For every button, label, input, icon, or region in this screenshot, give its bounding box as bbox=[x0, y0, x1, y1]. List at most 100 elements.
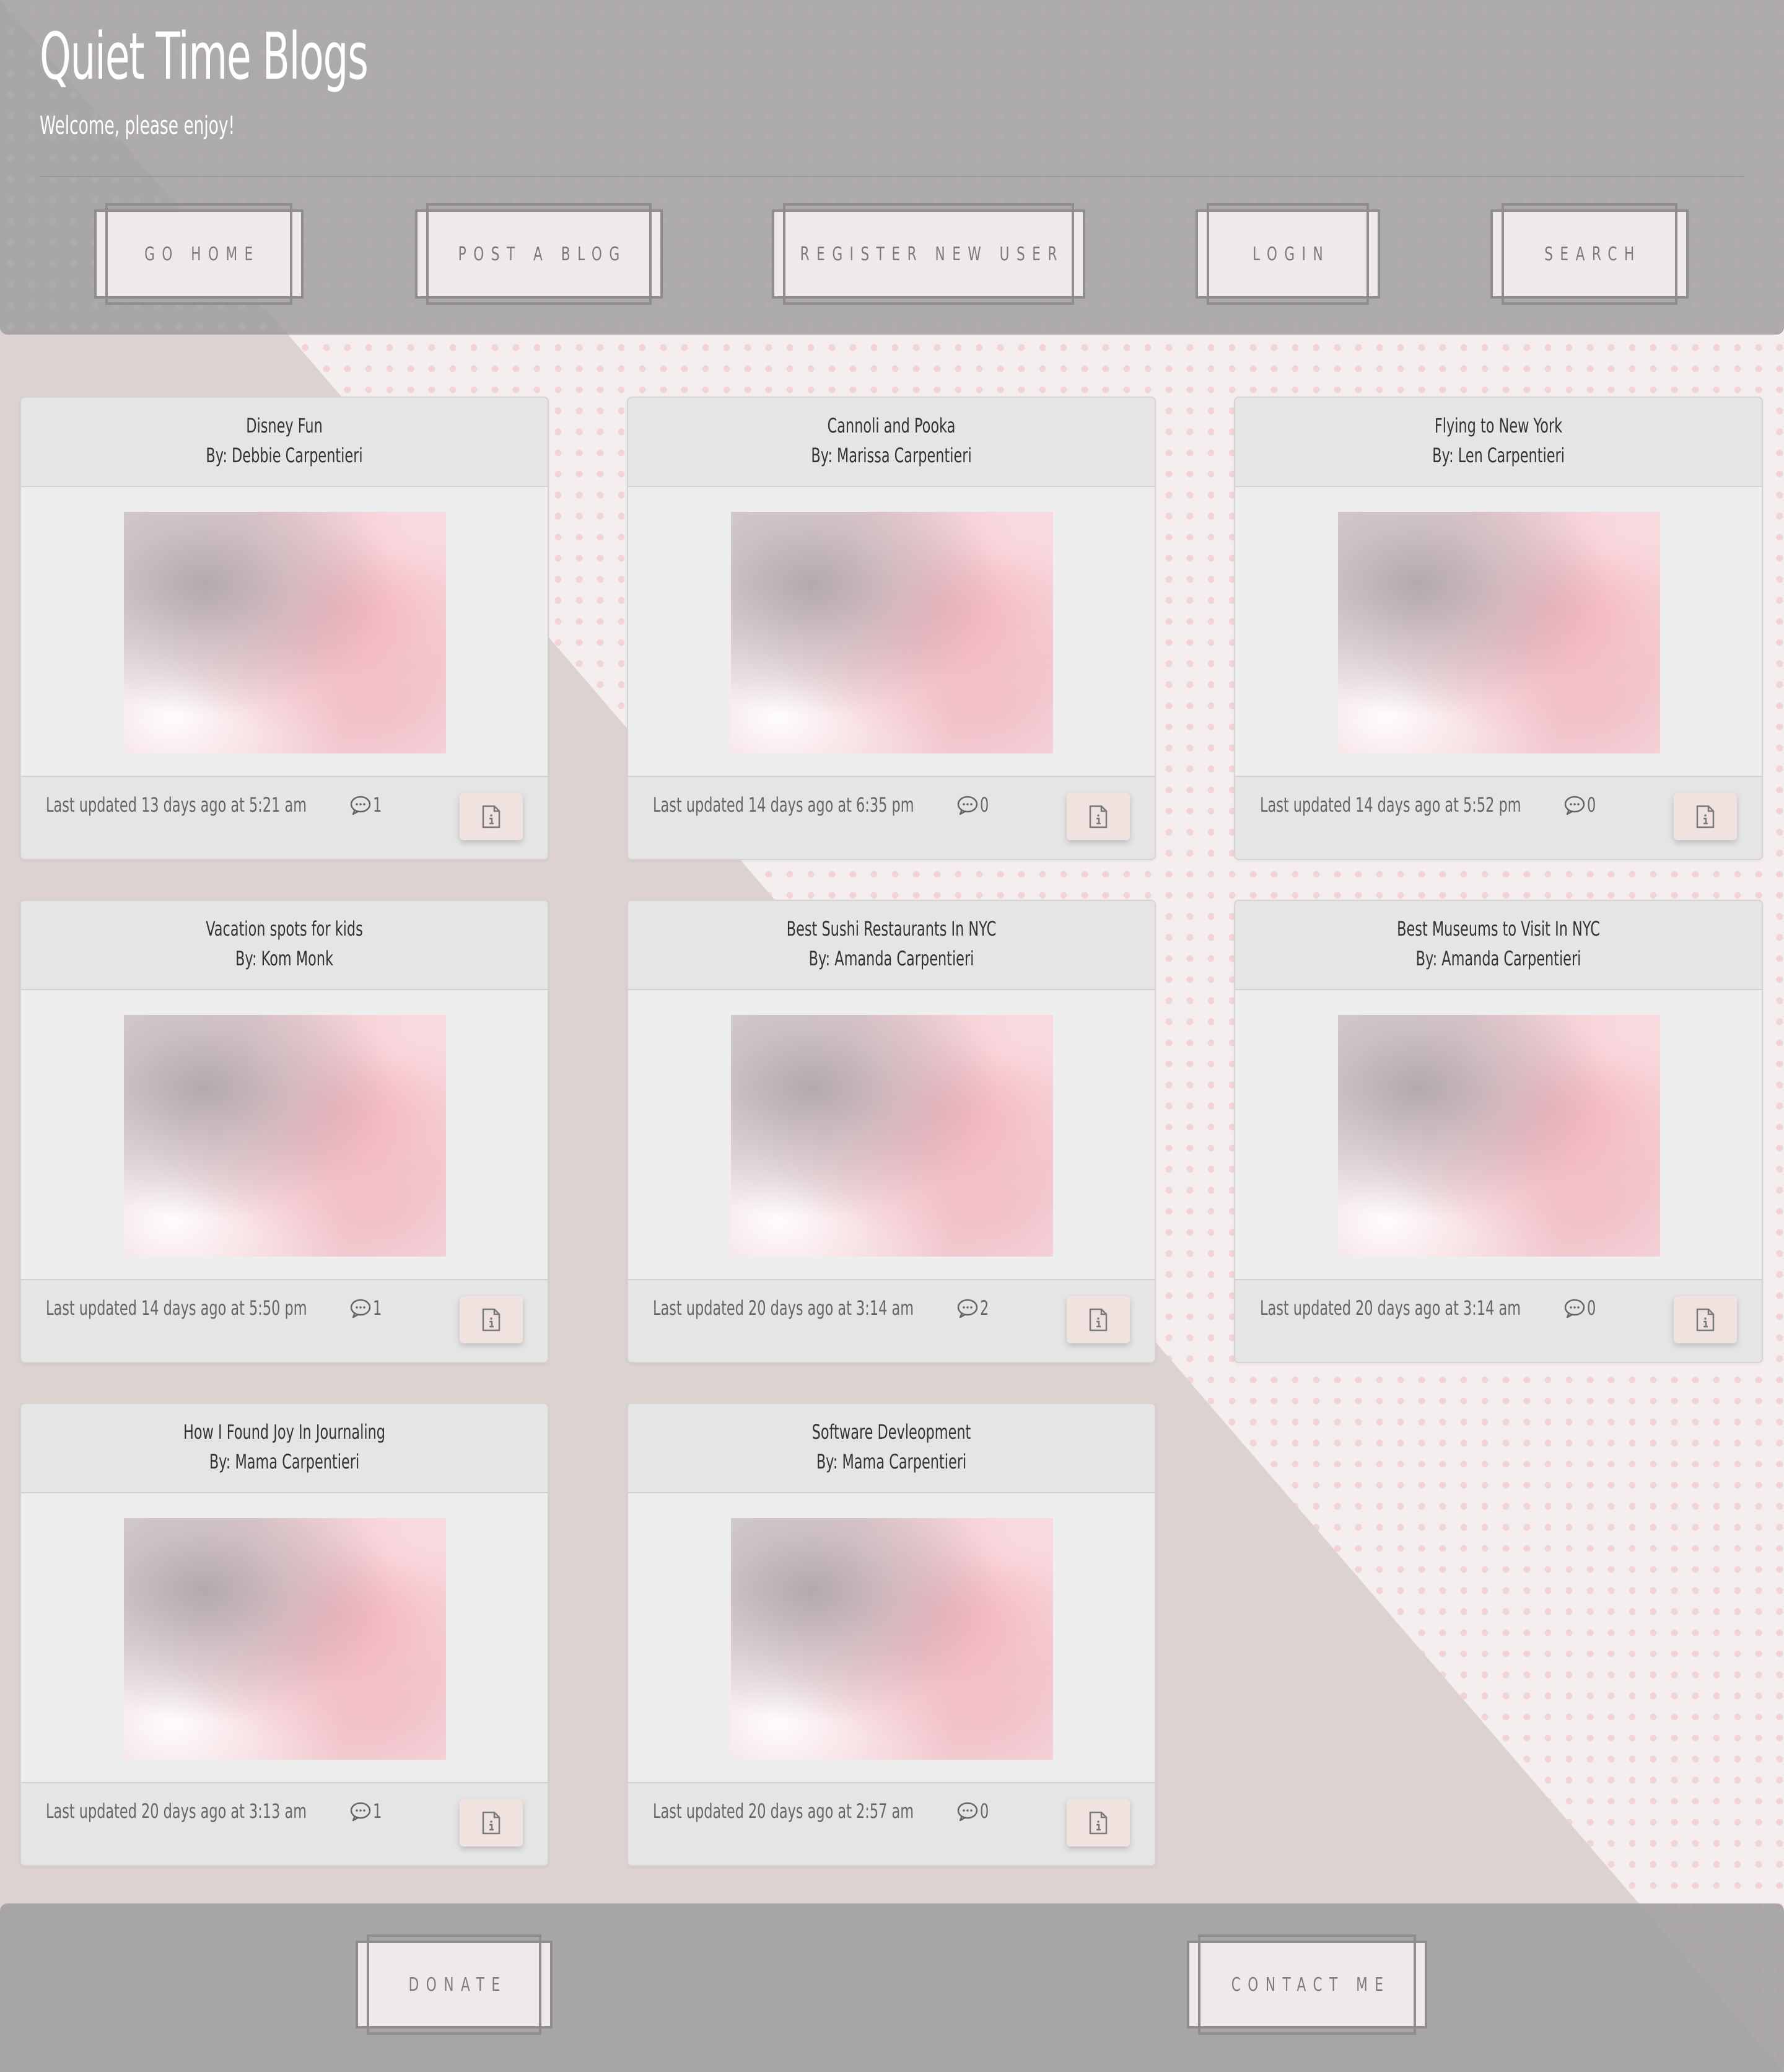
comment-count: 2 bbox=[980, 1296, 989, 1320]
comment-icon bbox=[1564, 1299, 1585, 1318]
login-button[interactable]: LOGIN bbox=[1196, 203, 1380, 305]
post-info-button[interactable] bbox=[1674, 1296, 1737, 1343]
post-info-button[interactable] bbox=[460, 793, 523, 840]
comment-icon bbox=[350, 796, 371, 815]
last-updated: Last updated 20 days ago at 3:14 am bbox=[653, 1296, 914, 1320]
site-title: Quiet Time Blogs bbox=[40, 19, 369, 94]
post-info-button[interactable] bbox=[1067, 1296, 1130, 1343]
comment-count-group: 2 bbox=[956, 1296, 992, 1320]
comment-count: 1 bbox=[373, 793, 382, 817]
search-label: SEARCH bbox=[1544, 243, 1642, 265]
last-updated: Last updated 14 days ago at 5:50 pm bbox=[46, 1296, 307, 1320]
post-blog-button[interactable]: POST A BLOG bbox=[415, 203, 663, 305]
post-title[interactable]: Vacation spots for kids bbox=[100, 917, 469, 941]
post-title[interactable]: Flying to New York bbox=[1314, 414, 1683, 437]
post-author: By: Mama Carpentieri bbox=[816, 1450, 967, 1473]
post-info-button[interactable] bbox=[460, 1799, 523, 1846]
comment-icon bbox=[957, 796, 978, 815]
card-footer: Last updated 14 days ago at 6:35 pm 0 bbox=[628, 776, 1155, 859]
post-info-button[interactable] bbox=[1067, 1799, 1130, 1846]
comment-count-group: 0 bbox=[956, 1799, 992, 1823]
post-image bbox=[731, 512, 1053, 753]
last-updated: Last updated 14 days ago at 6:35 pm bbox=[653, 793, 914, 817]
post-info-button[interactable] bbox=[460, 1296, 523, 1343]
post-image bbox=[731, 1518, 1053, 1760]
post-card: Best Sushi Restaurants In NYC By: Amanda… bbox=[627, 900, 1156, 1363]
card-header: Best Museums to Visit In NYC By: Amanda … bbox=[1235, 901, 1762, 990]
file-info-icon bbox=[1089, 1308, 1108, 1332]
card-header: Disney Fun By: Debbie Carpentieri bbox=[21, 398, 548, 487]
go-home-label: GO HOME bbox=[144, 243, 261, 265]
comment-count-group: 1 bbox=[349, 793, 385, 817]
card-footer: Last updated 13 days ago at 5:21 am 1 bbox=[21, 776, 548, 859]
site-header: Quiet Time Blogs Welcome, please enjoy! … bbox=[0, 0, 1784, 335]
post-card: Software Devleopment By: Mama Carpentier… bbox=[627, 1403, 1156, 1866]
post-card: Best Museums to Visit In NYC By: Amanda … bbox=[1234, 900, 1763, 1363]
post-image bbox=[1338, 512, 1660, 753]
last-updated: Last updated 13 days ago at 5:21 am bbox=[46, 793, 307, 817]
file-info-icon bbox=[482, 1308, 501, 1332]
post-info-button[interactable] bbox=[1674, 793, 1737, 840]
card-footer: Last updated 14 days ago at 5:50 pm 1 bbox=[21, 1279, 548, 1362]
post-image bbox=[124, 512, 446, 753]
card-header: Cannoli and Pooka By: Marissa Carpentier… bbox=[628, 398, 1155, 487]
card-footer: Last updated 14 days ago at 5:52 pm 0 bbox=[1235, 776, 1762, 859]
file-info-icon bbox=[482, 1811, 501, 1835]
post-author: By: Amanda Carpentieri bbox=[1415, 947, 1581, 970]
post-title[interactable]: Cannoli and Pooka bbox=[707, 414, 1076, 437]
comment-count: 1 bbox=[373, 1799, 382, 1823]
post-card: Vacation spots for kids By: Kom Monk Las… bbox=[20, 900, 549, 1363]
last-updated: Last updated 20 days ago at 2:57 am bbox=[653, 1799, 914, 1823]
donate-button[interactable]: DONATE bbox=[356, 1934, 553, 2035]
card-header: How I Found Joy In Journaling By: Mama C… bbox=[21, 1404, 548, 1493]
search-button[interactable]: SEARCH bbox=[1490, 203, 1689, 305]
post-author: By: Kom Monk bbox=[235, 947, 334, 970]
file-info-icon bbox=[1696, 1308, 1715, 1332]
post-title[interactable]: Disney Fun bbox=[100, 414, 469, 437]
go-home-button[interactable]: GO HOME bbox=[94, 203, 304, 305]
register-label: REGISTER NEW USER bbox=[800, 243, 1064, 265]
register-button[interactable]: REGISTER NEW USER bbox=[772, 203, 1085, 305]
contact-button[interactable]: CONTACT ME bbox=[1187, 1934, 1427, 2035]
comment-count-group: 1 bbox=[349, 1799, 385, 1823]
post-card: Flying to New York By: Len Carpentieri L… bbox=[1234, 397, 1763, 860]
comment-count: 0 bbox=[980, 793, 989, 817]
comment-icon bbox=[957, 1299, 978, 1318]
card-footer: Last updated 20 days ago at 3:13 am 1 bbox=[21, 1782, 548, 1865]
post-author: By: Amanda Carpentieri bbox=[808, 947, 974, 970]
comment-count: 0 bbox=[1587, 793, 1596, 817]
card-header: Best Sushi Restaurants In NYC By: Amanda… bbox=[628, 901, 1155, 990]
post-author: By: Debbie Carpentieri bbox=[206, 444, 363, 467]
post-title[interactable]: How I Found Joy In Journaling bbox=[100, 1420, 469, 1444]
post-author: By: Mama Carpentieri bbox=[209, 1450, 360, 1473]
post-title[interactable]: Best Museums to Visit In NYC bbox=[1314, 917, 1683, 941]
post-image bbox=[124, 1518, 446, 1760]
post-card: Disney Fun By: Debbie Carpentieri Last u… bbox=[20, 397, 549, 860]
comment-icon bbox=[350, 1299, 371, 1318]
card-footer: Last updated 20 days ago at 3:14 am 2 bbox=[628, 1279, 1155, 1362]
card-footer: Last updated 20 days ago at 3:14 am 0 bbox=[1235, 1279, 1762, 1362]
file-info-icon bbox=[1696, 805, 1715, 828]
card-header: Flying to New York By: Len Carpentieri bbox=[1235, 398, 1762, 487]
post-blog-label: POST A BLOG bbox=[458, 243, 627, 265]
login-label: LOGIN bbox=[1253, 243, 1331, 265]
card-header: Software Devleopment By: Mama Carpentier… bbox=[628, 1404, 1155, 1493]
last-updated: Last updated 20 days ago at 3:13 am bbox=[46, 1799, 307, 1823]
post-image bbox=[731, 1015, 1053, 1257]
site-footer: DONATE CONTACT ME bbox=[0, 1903, 1784, 2072]
comment-count: 0 bbox=[980, 1799, 989, 1823]
header-divider bbox=[40, 176, 1744, 177]
post-title[interactable]: Software Devleopment bbox=[707, 1420, 1076, 1444]
file-info-icon bbox=[1089, 1811, 1108, 1835]
comment-icon bbox=[957, 1802, 978, 1821]
comment-icon bbox=[350, 1802, 371, 1821]
post-info-button[interactable] bbox=[1067, 793, 1130, 840]
post-title[interactable]: Best Sushi Restaurants In NYC bbox=[707, 917, 1076, 941]
contact-label: CONTACT ME bbox=[1231, 1973, 1391, 1996]
post-author: By: Marissa Carpentieri bbox=[811, 444, 972, 467]
card-footer: Last updated 20 days ago at 2:57 am 0 bbox=[628, 1782, 1155, 1865]
last-updated: Last updated 20 days ago at 3:14 am bbox=[1260, 1296, 1521, 1320]
comment-count-group: 1 bbox=[349, 1296, 385, 1320]
comment-count: 1 bbox=[373, 1296, 382, 1320]
post-author: By: Len Carpentieri bbox=[1432, 444, 1565, 467]
